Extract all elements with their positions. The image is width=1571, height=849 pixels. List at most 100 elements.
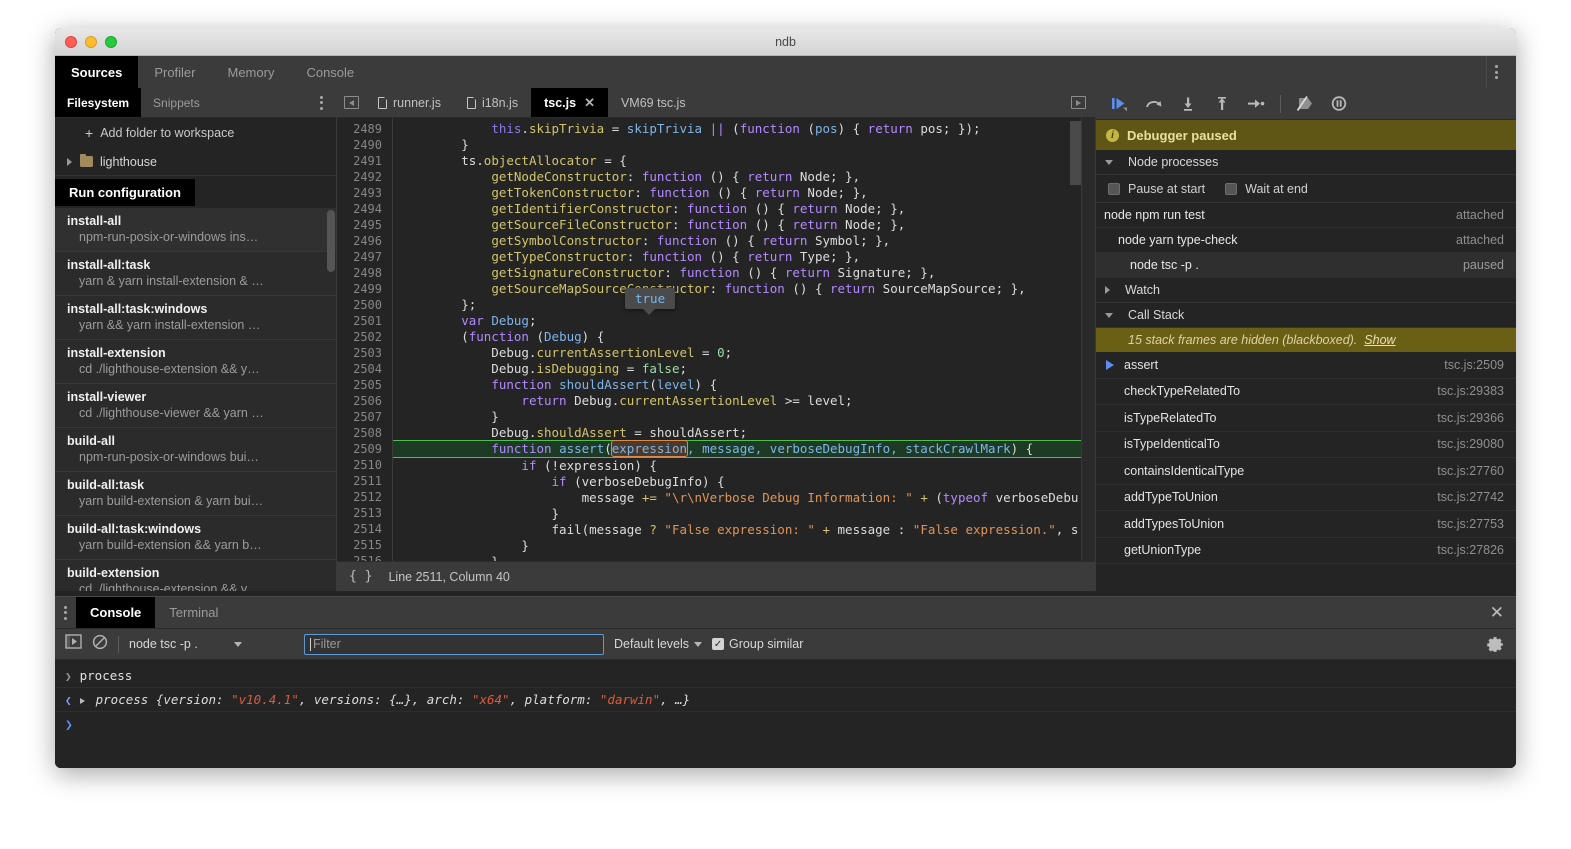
call-stack-frame[interactable]: addTypeToUnion tsc.js:27742	[1096, 485, 1516, 512]
run-configuration-list[interactable]: install-all npm-run-posix-or-windows ins…	[55, 208, 336, 591]
tab-filesystem[interactable]: Filesystem	[55, 88, 141, 117]
step-out-button[interactable]	[1208, 92, 1236, 116]
drawer-more-button[interactable]	[55, 597, 76, 628]
run-command: npm-run-posix-or-windows ins…	[67, 229, 324, 245]
run-configuration-label[interactable]: Run configuration	[55, 179, 195, 206]
tab-console[interactable]: Console	[290, 56, 370, 88]
console-settings-button[interactable]	[1487, 629, 1504, 659]
call-stack-frame[interactable]: containsIdenticalType tsc.js:27760	[1096, 458, 1516, 485]
run-configuration-header: Run configuration	[55, 176, 336, 208]
list-item[interactable]: install-all:task yarn & yarn install-ext…	[55, 252, 336, 296]
console-filter-input[interactable]: Filter	[304, 634, 604, 655]
run-name: install-viewer	[67, 389, 324, 405]
code-lines[interactable]: this.skipTrivia = skipTrivia || (functio…	[392, 118, 1095, 561]
step-button[interactable]	[1242, 92, 1270, 116]
list-item[interactable]: build-all npm-run-posix-or-windows bui…	[55, 428, 336, 472]
selected-token[interactable]: expression	[612, 441, 687, 456]
code-line: }	[393, 554, 1095, 561]
line-number: 2513	[337, 505, 392, 521]
call-stack-frame[interactable]: getUnionType tsc.js:27826	[1096, 538, 1516, 565]
list-item[interactable]: install-all npm-run-posix-or-windows ins…	[55, 208, 336, 252]
clear-console-button[interactable]	[92, 634, 108, 655]
list-item[interactable]: build-extension cd ./lighthouse-extensio…	[55, 560, 336, 591]
code-line: Debug.isDebugging = false;	[393, 361, 1095, 377]
add-folder-label: Add folder to workspace	[100, 126, 234, 140]
call-stack-frame[interactable]: isTypeIdenticalTo tsc.js:29080	[1096, 432, 1516, 459]
code-line: }	[393, 409, 1095, 425]
process-row-selected[interactable]: node tsc -p . paused	[1096, 253, 1516, 278]
pause-on-exceptions-button[interactable]	[1325, 92, 1353, 116]
call-stack-frame-current[interactable]: assert tsc.js:2509	[1096, 352, 1516, 379]
file-tab-tsc[interactable]: tsc.js ✕	[531, 88, 608, 117]
tabs-scroll-left-button[interactable]	[337, 88, 365, 117]
console-result-text: process {version: "v10.4.1", versions: {…	[96, 692, 691, 707]
file-tab-i18n[interactable]: i18n.js	[454, 88, 531, 117]
main-menu-button[interactable]	[1486, 56, 1506, 88]
navigator-more-button[interactable]	[315, 88, 328, 117]
log-levels-dropdown[interactable]: Default levels	[614, 637, 702, 651]
console-output[interactable]: ❯ process ❮ process {version: "v10.4.1",…	[55, 660, 1516, 768]
file-tab-vm69-tsc[interactable]: VM69 tsc.js	[608, 88, 699, 117]
code-editor[interactable]: 2489249024912492249324942495249624972498…	[337, 118, 1095, 561]
group-similar-toggle[interactable]: ✓ Group similar	[712, 637, 803, 651]
tab-snippets[interactable]: Snippets	[141, 88, 212, 117]
list-item[interactable]: build-all:task yarn build-extension & ya…	[55, 472, 336, 516]
execution-context-selector[interactable]: node tsc -p .	[129, 637, 294, 651]
node-processes-section-header[interactable]: Node processes	[1096, 150, 1516, 175]
process-options-row: Pause at start Wait at end	[1096, 175, 1516, 203]
list-item[interactable]: install-viewer cd ./lighthouse-viewer &&…	[55, 384, 336, 428]
line-number: 2497	[337, 249, 392, 265]
list-item[interactable]: install-extension cd ./lighthouse-extens…	[55, 340, 336, 384]
file-tabbar: runner.js i18n.js tsc.js ✕ VM69 tsc.js	[337, 88, 1095, 118]
pause-at-start-checkbox[interactable]	[1108, 183, 1120, 195]
resume-script-execution-button[interactable]	[1106, 92, 1134, 116]
close-drawer-button[interactable]: ✕	[1490, 597, 1504, 628]
close-icon[interactable]: ✕	[584, 95, 595, 111]
code-line: }	[393, 538, 1095, 554]
process-state: attached	[1456, 208, 1504, 222]
process-state: attached	[1456, 233, 1504, 247]
debugger-toolbar	[1096, 88, 1516, 120]
process-row[interactable]: node npm run test attached	[1096, 203, 1516, 228]
process-row[interactable]: node yarn type-check attached	[1096, 228, 1516, 253]
show-blackboxed-frames-link[interactable]: Show	[1364, 333, 1395, 347]
expand-object-icon[interactable]	[80, 698, 85, 704]
editor-scrollbar-thumb[interactable]	[1070, 121, 1081, 185]
line-number: 2491	[337, 153, 392, 169]
add-folder-to-workspace[interactable]: + Add folder to workspace	[55, 118, 336, 148]
tab-sources[interactable]: Sources	[55, 56, 138, 88]
resume-icon	[1110, 96, 1130, 112]
line-number: 2504	[337, 361, 392, 377]
console-prompt[interactable]: ❯	[55, 712, 1516, 739]
run-command: cd ./lighthouse-extension && y…	[67, 361, 324, 377]
blackboxed-frames-notice: 15 stack frames are hidden (blackboxed).…	[1096, 328, 1516, 352]
editor-minimap[interactable]	[1081, 118, 1095, 561]
call-stack-frame[interactable]: addTypesToUnion tsc.js:27753	[1096, 511, 1516, 538]
tabs-scroll-right-button[interactable]	[1062, 88, 1095, 117]
call-stack-section-header[interactable]: Call Stack	[1096, 303, 1516, 328]
call-stack-frame[interactable]: checkTypeRelatedTo tsc.js:29383	[1096, 379, 1516, 406]
list-item[interactable]: install-all:task:windows yarn && yarn in…	[55, 296, 336, 340]
watch-section-header[interactable]: Watch	[1096, 278, 1516, 303]
document-icon	[467, 97, 476, 109]
tab-profiler[interactable]: Profiler	[138, 56, 211, 88]
file-tab-runner[interactable]: runner.js	[365, 88, 454, 117]
result-part: {version:	[156, 692, 231, 707]
chevron-right-icon: ❯	[65, 670, 72, 683]
call-stack-frame[interactable]: isTypeRelatedTo tsc.js:29366	[1096, 405, 1516, 432]
sidebar-scrollbar-thumb[interactable]	[327, 210, 335, 272]
workspace-folder-lighthouse[interactable]: lighthouse	[55, 148, 336, 176]
drawer-tab-terminal[interactable]: Terminal	[155, 597, 232, 628]
toggle-console-sidebar-button[interactable]	[65, 634, 82, 654]
frame-name: getUnionType	[1124, 543, 1201, 557]
code-line: };	[393, 297, 1095, 313]
tab-memory[interactable]: Memory	[212, 56, 291, 88]
pretty-print-icon[interactable]: { }	[349, 569, 372, 584]
deactivate-breakpoints-button[interactable]	[1291, 92, 1319, 116]
drawer-tab-console[interactable]: Console	[76, 597, 155, 628]
frame-location: tsc.js:27753	[1437, 517, 1504, 531]
step-over-button[interactable]	[1140, 92, 1168, 116]
wait-at-end-checkbox[interactable]	[1225, 183, 1237, 195]
step-into-button[interactable]	[1174, 92, 1202, 116]
list-item[interactable]: build-all:task:windows yarn build-extens…	[55, 516, 336, 560]
